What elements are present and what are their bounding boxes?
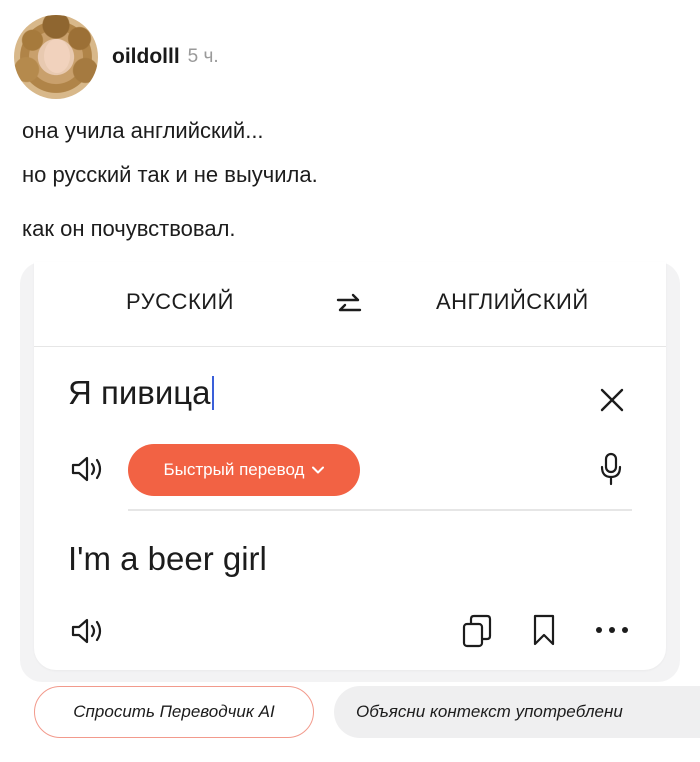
source-language-button[interactable]: РУССКИЙ — [126, 289, 234, 315]
post-text-line-1: она учила английский... — [22, 118, 264, 143]
avatar[interactable] — [14, 15, 98, 99]
clear-icon[interactable] — [600, 388, 624, 412]
source-input[interactable]: Я пивица — [68, 374, 214, 412]
post-time: 5 ч. — [187, 46, 219, 67]
language-bar: РУССКИЙ АНГЛИЙСКИЙ — [34, 262, 666, 347]
mic-icon[interactable] — [600, 452, 622, 486]
post-text-line-2: но русский так и не выучила. — [22, 162, 318, 187]
target-speaker-icon[interactable] — [70, 616, 106, 646]
explain-context-chip[interactable]: Объясни контекст употреблени — [334, 686, 700, 738]
explain-context-label: Объясни контекст употреблени — [356, 702, 623, 721]
chevron-down-icon — [312, 466, 325, 474]
source-text: Я пивица — [68, 374, 211, 411]
quick-translate-button[interactable]: Быстрый перевод — [128, 444, 360, 496]
post-text-line-3: как он почувствовал. — [22, 216, 236, 241]
bookmark-icon[interactable] — [532, 614, 556, 646]
swap-icon[interactable] — [334, 290, 364, 320]
translated-text: I'm a beer girl — [68, 540, 267, 577]
translator-card: РУССКИЙ АНГЛИЙСКИЙ Я пивица Быстрый пере… — [20, 262, 680, 682]
source-speaker-icon[interactable] — [70, 454, 106, 484]
divider — [128, 509, 632, 511]
target-language-button[interactable]: АНГЛИЙСКИЙ — [436, 289, 589, 315]
translator-panel: РУССКИЙ АНГЛИЙСКИЙ Я пивица Быстрый пере… — [34, 262, 666, 670]
quick-translate-label: Быстрый перевод — [163, 460, 305, 479]
ask-ai-label: Спросить Переводчик AI — [73, 702, 275, 721]
copy-icon[interactable] — [462, 614, 492, 648]
more-icon[interactable] — [594, 626, 630, 634]
text-caret — [211, 376, 214, 410]
username[interactable]: oildolll — [112, 45, 180, 69]
ask-ai-chip[interactable]: Спросить Переводчик AI — [34, 686, 314, 738]
post-header: oildolll 5 ч. — [14, 14, 219, 100]
